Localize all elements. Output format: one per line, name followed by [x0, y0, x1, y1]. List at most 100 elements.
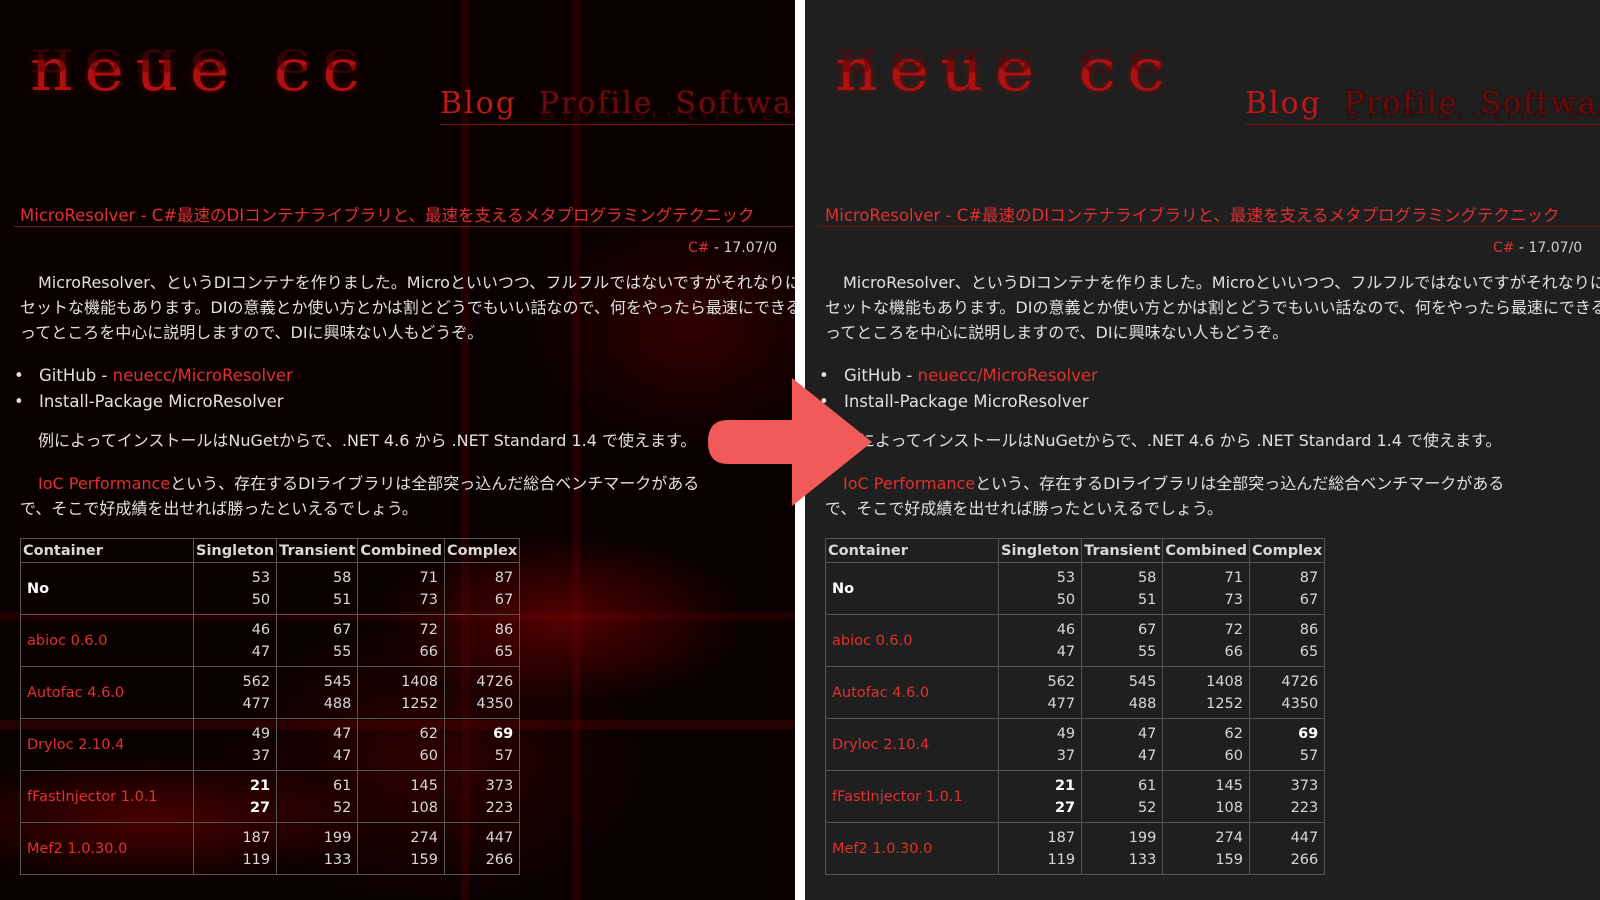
- nav-reflect-blog: Blog: [1345, 108, 1423, 122]
- install-command: Install-Package MicroResolver: [38, 392, 284, 411]
- benchmark-value: 47: [1137, 747, 1157, 764]
- benchmark-cell: 4726 4350: [1248, 666, 1326, 719]
- benchmark-cell: 86 65: [1248, 614, 1326, 667]
- benchmark-value: 66: [1224, 643, 1243, 660]
- nav-blog[interactable]: Blog: [1245, 86, 1322, 121]
- nav-underline: [1245, 124, 1600, 125]
- benchmark-cell: 67 55: [1081, 614, 1164, 667]
- benchmark-value: 49: [1056, 725, 1076, 742]
- nav-reflect-profile: Profile: [630, 108, 748, 122]
- header-combined: Combined: [357, 538, 445, 563]
- benchmark-cell: 53 50: [192, 562, 278, 615]
- benchmark-text: という、存在するDIライブラリは全部突っ込んだ総合ベンチマークがある: [170, 474, 700, 493]
- benchmark-value: 133: [323, 851, 352, 868]
- nav-reflect-blog: Blog: [540, 108, 618, 122]
- benchmark-value: 27: [249, 799, 271, 816]
- install-command: Install-Package MicroResolver: [843, 392, 1089, 411]
- container-name[interactable]: Autofac 4.6.0: [20, 666, 194, 719]
- benchmark-cell: 67 55: [276, 614, 359, 667]
- benchmark-value: 223: [485, 799, 514, 816]
- benchmark-value: 62: [419, 725, 438, 742]
- benchmark-value: 562: [242, 673, 271, 690]
- post-meta: C# - 17.07/0: [688, 240, 777, 256]
- nav-reflection: Blog Profile Software: [1345, 108, 1600, 122]
- ioc-performance-link[interactable]: IoC Performance: [38, 474, 170, 493]
- benchmark-value: 1252: [1206, 695, 1243, 712]
- post-tag[interactable]: C#: [688, 240, 710, 256]
- benchmark-cell: 61 52: [1081, 770, 1164, 823]
- benchmark-value: 1408: [401, 673, 438, 690]
- benchmark-value: 373: [1290, 777, 1319, 794]
- container-name[interactable]: abioc 0.6.0: [825, 614, 999, 667]
- table-body: No 53 50 58 51 71 73 87 67 abioc 0.6.0 46 47 67 55 72 6…: [825, 562, 1326, 875]
- benchmark-value: 4350: [476, 695, 514, 712]
- container-name[interactable]: Mef2 1.0.30.0: [20, 822, 194, 875]
- benchmark-value: 108: [1215, 799, 1243, 816]
- nav-blog[interactable]: Blog: [440, 86, 517, 121]
- benchmark-cell: 62 60: [1162, 718, 1250, 771]
- intro-line-1: MicroResolver、というDIコンテナを作りました。Microといいつつ…: [843, 273, 1600, 292]
- table-row: Autofac 4.6.0 562 477 545 488 1408 1252 4726 435…: [20, 666, 521, 719]
- benchmark-value: 67: [1299, 591, 1319, 608]
- header-complex: Complex: [443, 538, 521, 563]
- benchmark-cell: 545 488: [276, 666, 359, 719]
- intro-line-3: ってところを中心に説明しますので、DIに興味ない人もどうぞ。: [20, 323, 484, 342]
- table-row: Mef2 1.0.30.0 187 119 199 133 274 159 447 266: [20, 822, 521, 875]
- table-row: abioc 0.6.0 46 47 67 55 72 66 86 65: [825, 614, 1326, 667]
- header-singleton: Singleton: [192, 538, 278, 563]
- benchmark-value: 86: [1299, 621, 1319, 638]
- benchmark-value: 1252: [401, 695, 438, 712]
- benchmark-cell: 72 66: [1162, 614, 1250, 667]
- container-name[interactable]: Dryloc 2.10.4: [825, 718, 999, 771]
- benchmark-value: 51: [1137, 591, 1157, 608]
- benchmark-value: 266: [485, 851, 514, 868]
- header-singleton: Singleton: [997, 538, 1083, 563]
- install-paragraph: 例によってインストールはNuGetからで、.NET 4.6 から .NET St…: [20, 428, 795, 453]
- container-name[interactable]: Dryloc 2.10.4: [20, 718, 194, 771]
- benchmark-value: 145: [1215, 777, 1243, 794]
- table-row: Dryloc 2.10.4 49 37 47 47 62 60 69 57: [825, 718, 1326, 771]
- github-link[interactable]: neuecc/MicroResolver: [918, 366, 1098, 385]
- benchmark-value: 4350: [1281, 695, 1319, 712]
- benchmark-cell: 62 60: [357, 718, 445, 771]
- benchmark-value: 66: [419, 643, 438, 660]
- benchmark-value: 145: [410, 777, 438, 794]
- benchmark-value: 69: [1298, 725, 1319, 742]
- container-name[interactable]: abioc 0.6.0: [20, 614, 194, 667]
- benchmark-value: 87: [1299, 569, 1319, 586]
- benchmark-value: 53: [1056, 569, 1076, 586]
- benchmark-value: 47: [332, 725, 352, 742]
- benchmark-cell: 4726 4350: [443, 666, 521, 719]
- benchmark-value: 199: [1128, 829, 1157, 846]
- benchmark-value: 72: [1224, 621, 1243, 638]
- benchmark-value: 71: [419, 569, 438, 586]
- benchmark-cell: 21 27: [192, 770, 278, 823]
- post-tag[interactable]: C#: [1493, 240, 1515, 256]
- benchmark-value: 49: [251, 725, 271, 742]
- container-name[interactable]: Mef2 1.0.30.0: [825, 822, 999, 875]
- benchmark-cell: 274 159: [1162, 822, 1250, 875]
- post-title[interactable]: MicroResolver - C#最速のDIコンテナライブラリと、最速を支える…: [20, 202, 754, 226]
- benchmark-value: 21: [249, 777, 271, 794]
- container-name[interactable]: fFastInjector 1.0.1: [825, 770, 999, 823]
- container-name[interactable]: fFastInjector 1.0.1: [20, 770, 194, 823]
- container-name[interactable]: Autofac 4.6.0: [825, 666, 999, 719]
- benchmark-text: という、存在するDIライブラリは全部突っ込んだ総合ベンチマークがある: [975, 474, 1505, 493]
- benchmark-value: 71: [1224, 569, 1243, 586]
- site-logo[interactable]: neue cc: [835, 36, 1176, 104]
- benchmark-value: 46: [251, 621, 271, 638]
- benchmark-value: 223: [1290, 799, 1319, 816]
- benchmark-cell: 373 223: [1248, 770, 1326, 823]
- benchmark-value: 159: [1215, 851, 1243, 868]
- post-title[interactable]: MicroResolver - C#最速のDIコンテナライブラリと、最速を支える…: [825, 202, 1559, 226]
- intro-line-3: ってところを中心に説明しますので、DIに興味ない人もどうぞ。: [825, 323, 1289, 342]
- benchmark-cell: 58 51: [1081, 562, 1164, 615]
- benchmark-cell: 447 266: [1248, 822, 1326, 875]
- benchmark-cell: 72 66: [357, 614, 445, 667]
- benchmark-value: 274: [410, 829, 438, 846]
- github-link[interactable]: neuecc/MicroResolver: [113, 366, 293, 385]
- benchmark-line-2: で、そこで好成績を出せれば勝ったといえるでしょう。: [825, 499, 1223, 518]
- table-row: No 53 50 58 51 71 73 87 67: [825, 562, 1326, 615]
- list-item-install: Install-Package MicroResolver: [14, 389, 293, 415]
- site-logo[interactable]: neue cc: [30, 36, 371, 104]
